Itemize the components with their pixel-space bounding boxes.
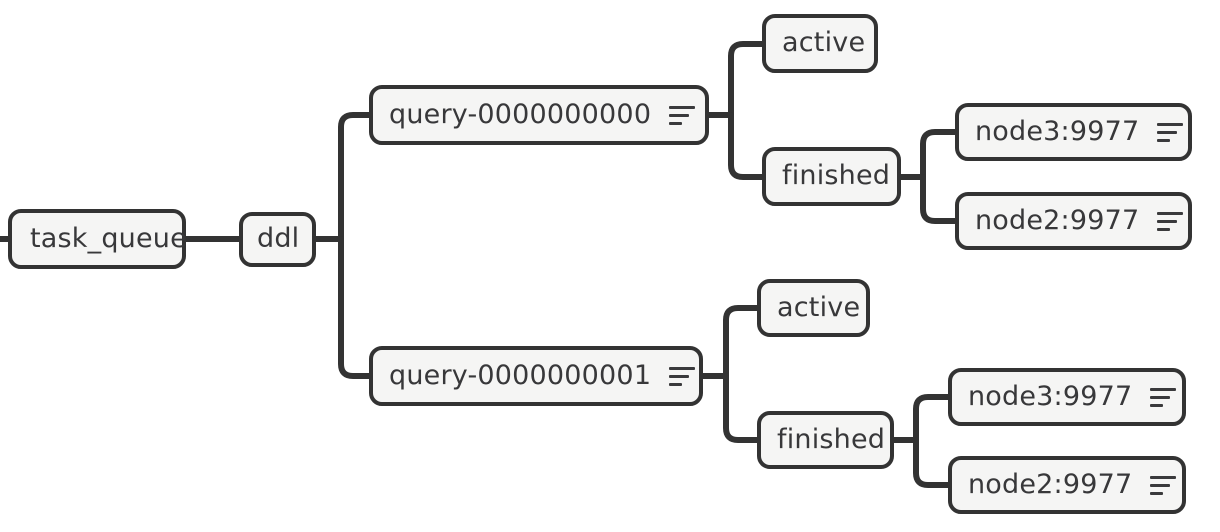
node-query1-node3[interactable]: node3:9977 <box>948 368 1186 426</box>
edge-layer <box>0 41 960 488</box>
list-lines-icon[interactable] <box>1150 387 1177 407</box>
node-query0-active[interactable]: active <box>762 14 878 73</box>
node-query0-node2[interactable]: node2:9977 <box>955 192 1192 250</box>
edge-query1-finished <box>723 373 762 443</box>
edge-finished0-node3 <box>920 129 960 180</box>
node-query-0000000001[interactable]: query-0000000001 <box>369 346 703 406</box>
node-label: task_queue <box>30 222 187 254</box>
node-query-0000000000[interactable]: query-0000000000 <box>369 85 709 145</box>
node-label: node2:9977 <box>968 468 1133 500</box>
node-query1-finished[interactable]: finished <box>757 411 894 469</box>
edge-finished0-node2 <box>920 174 960 224</box>
node-label: query-0000000001 <box>389 359 652 391</box>
node-label: finished <box>777 423 886 455</box>
node-query0-finished[interactable]: finished <box>762 147 901 206</box>
edge-ddl-query0 <box>338 112 374 242</box>
node-label: query-0000000000 <box>389 98 652 130</box>
node-label: node3:9977 <box>975 115 1140 147</box>
edge-query0-active <box>728 41 767 118</box>
node-query0-node3[interactable]: node3:9977 <box>955 103 1192 161</box>
list-lines-icon[interactable] <box>1157 122 1184 142</box>
list-lines-icon[interactable] <box>1150 475 1177 495</box>
node-label: node2:9977 <box>975 204 1140 236</box>
edge-query1-active <box>723 305 762 379</box>
node-query1-active[interactable]: active <box>757 279 870 337</box>
edge-finished1-node2 <box>913 437 953 488</box>
node-label: finished <box>782 160 891 191</box>
list-lines-icon[interactable] <box>669 105 696 125</box>
edge-ddl-query1 <box>338 236 374 379</box>
node-label: ddl <box>257 223 300 254</box>
mindmap-canvas[interactable]: task_queue ddl query-0000000000 active f… <box>0 0 1220 532</box>
list-lines-icon[interactable] <box>1157 211 1184 231</box>
node-task-queue[interactable]: task_queue <box>8 209 187 269</box>
node-label: active <box>782 27 866 58</box>
node-label: node3:9977 <box>968 380 1133 412</box>
edge-finished1-node3 <box>913 394 953 443</box>
node-query1-node2[interactable]: node2:9977 <box>948 456 1186 514</box>
node-ddl[interactable]: ddl <box>239 212 316 267</box>
node-label: active <box>777 291 861 323</box>
edge-query0-finished <box>728 112 767 180</box>
list-lines-icon[interactable] <box>669 366 696 386</box>
